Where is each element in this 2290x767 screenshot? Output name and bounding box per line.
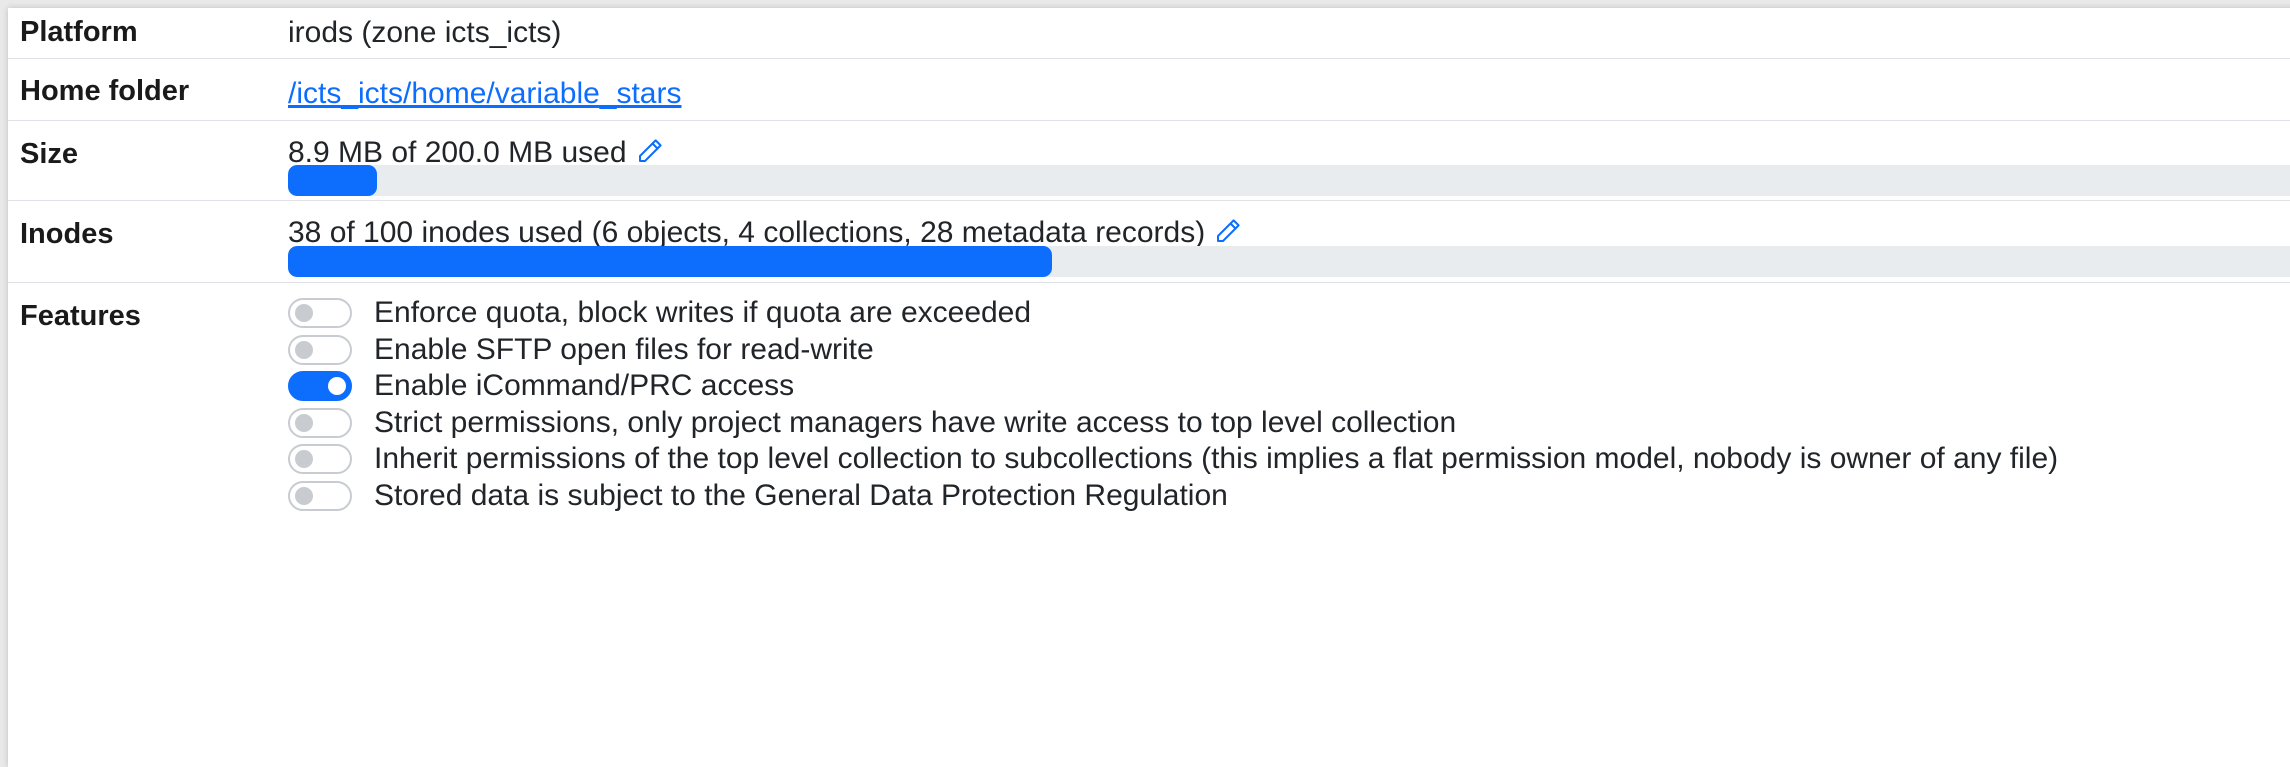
feature-label: Enforce quota, block writes if quota are… <box>374 296 1032 329</box>
home-folder-label: Home folder <box>20 75 190 107</box>
platform-label: Platform <box>20 16 138 48</box>
feature-label: Strict permissions, only project manager… <box>374 406 1457 439</box>
platform-row: Platform irods (zone icts_icts) <box>8 8 2290 59</box>
feature-item: Stored data is subject to the General Da… <box>288 474 1228 518</box>
size-row: Size 8.9 MB of 200.0 MB used <box>8 120 2290 201</box>
inodes-progress <box>288 246 2290 277</box>
home-folder-row: Home folder /icts_icts/home/variable_sta… <box>8 58 2290 121</box>
features-label: Features <box>20 300 141 332</box>
home-folder-value: /icts_icts/home/variable_stars <box>288 77 682 111</box>
inodes-row: Inodes 38 of 100 inodes used (6 objects,… <box>8 200 2290 283</box>
feature-toggle[interactable] <box>288 335 352 365</box>
size-label: Size <box>20 138 79 170</box>
feature-toggle[interactable] <box>288 481 352 511</box>
feature-label: Inherit permissions of the top level col… <box>374 442 2059 475</box>
feature-toggle[interactable] <box>288 408 352 438</box>
inodes-label: Inodes <box>20 218 114 250</box>
feature-toggle[interactable] <box>288 371 352 401</box>
inodes-text: 38 of 100 inodes used (6 objects, 4 coll… <box>288 216 1206 249</box>
platform-value: irods (zone icts_icts) <box>288 16 562 49</box>
feature-toggle[interactable] <box>288 444 352 474</box>
pencil-icon[interactable] <box>1213 216 1243 246</box>
details-panel: Platform irods (zone icts_icts) Home fol… <box>8 8 2290 767</box>
feature-label: Enable iCommand/PRC access <box>374 369 795 402</box>
feature-label: Enable SFTP open files for read-write <box>374 333 874 366</box>
inodes-value: 38 of 100 inodes used (6 objects, 4 coll… <box>288 216 1243 250</box>
feature-toggle[interactable] <box>288 298 352 328</box>
feature-label: Stored data is subject to the General Da… <box>374 479 1228 512</box>
inodes-progress-bar <box>288 246 1052 277</box>
pencil-icon[interactable] <box>635 136 665 166</box>
size-progress-bar <box>288 165 378 196</box>
features-row: Features Enforce quota, block writes if … <box>8 282 2290 767</box>
size-progress <box>288 165 2290 196</box>
home-folder-link[interactable]: /icts_icts/home/variable_stars <box>288 77 682 110</box>
